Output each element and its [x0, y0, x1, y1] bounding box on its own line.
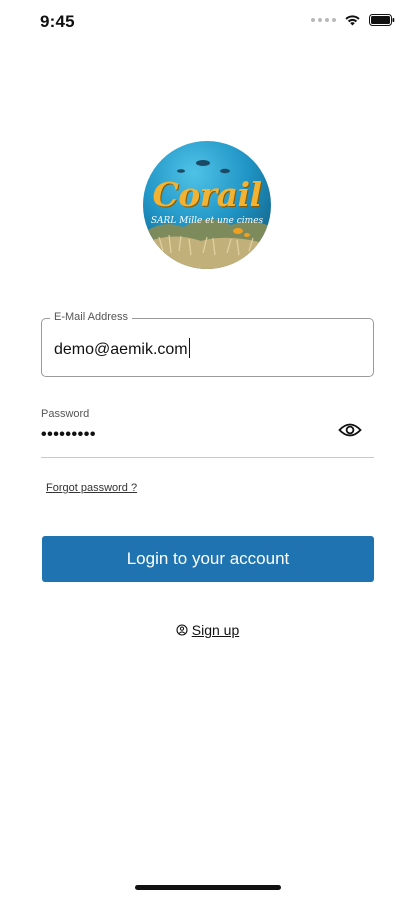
email-value: demo@aemik.com: [54, 341, 188, 358]
sign-up-label: Sign up: [191, 622, 240, 638]
user-plus-icon: [176, 624, 188, 636]
wifi-icon: [344, 14, 361, 26]
battery-icon: [369, 14, 395, 26]
signal-icon: [311, 18, 336, 22]
login-button[interactable]: Login to your account: [42, 536, 374, 582]
email-label: E-Mail Address: [50, 311, 132, 323]
eye-icon[interactable]: [338, 420, 362, 440]
forgot-password-link[interactable]: Forgot password ?: [46, 482, 137, 494]
status-time: 9:45: [40, 12, 75, 31]
home-indicator[interactable]: [135, 885, 281, 890]
email-input[interactable]: demo@aemik.com: [54, 338, 190, 359]
app-logo: Corail SARL Mille et une cimes: [143, 141, 271, 269]
status-icons: [311, 14, 395, 26]
password-input[interactable]: •••••••••: [41, 426, 96, 444]
email-field[interactable]: E-Mail Address demo@aemik.com: [41, 311, 374, 377]
sign-up-link[interactable]: Sign up: [0, 622, 415, 638]
password-field[interactable]: Password •••••••••: [41, 404, 374, 458]
logo-title: Corail: [152, 175, 262, 214]
text-cursor: [188, 338, 190, 358]
status-bar: 9:45: [0, 0, 415, 44]
password-label: Password: [41, 408, 90, 420]
logo-subtitle: SARL Mille et une cimes: [150, 216, 264, 226]
